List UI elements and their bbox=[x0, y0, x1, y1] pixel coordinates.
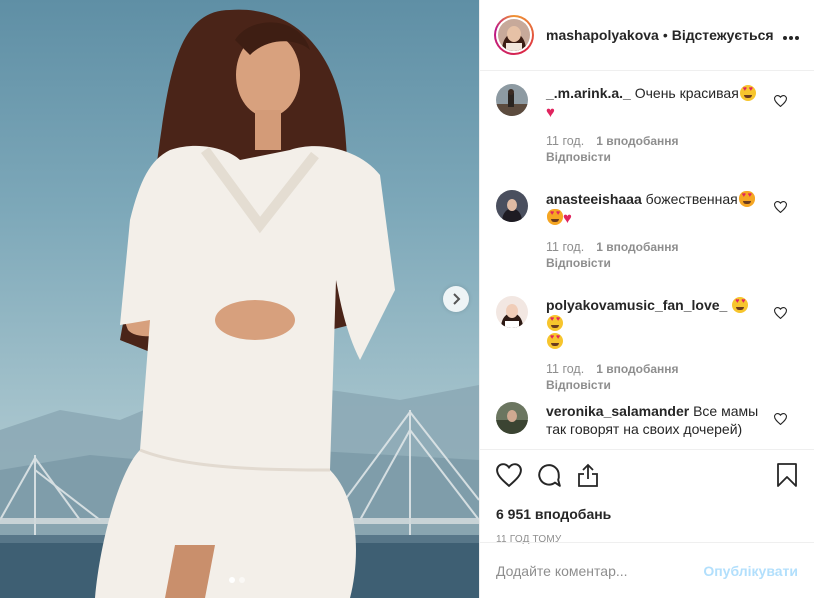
red-heart-emoji: ♥ bbox=[546, 104, 555, 121]
heart-eyes-emoji bbox=[739, 85, 756, 101]
comment-time[interactable]: 11 год. bbox=[546, 134, 584, 148]
carousel-dot-active bbox=[229, 577, 235, 583]
header-separator: • bbox=[662, 27, 668, 43]
comment-meta: 11 год. 1 вподобання bbox=[546, 240, 760, 254]
commenter-avatar[interactable] bbox=[496, 190, 528, 222]
share-button[interactable] bbox=[576, 462, 600, 493]
reply-button[interactable]: Відповісти bbox=[546, 256, 760, 270]
heart-eyes-emoji bbox=[547, 333, 563, 349]
post-actions: 6 951 вподобань 11 ГОД ТОМУ bbox=[480, 449, 814, 545]
comment-username[interactable]: _.m.arink.a._ bbox=[546, 85, 631, 101]
commenter-avatar[interactable] bbox=[496, 84, 528, 116]
comment-text: anasteeishaaa божественная ♥ bbox=[546, 190, 760, 228]
author-avatar[interactable] bbox=[494, 15, 534, 55]
comment-username[interactable]: anasteeishaaa bbox=[546, 191, 642, 207]
comment-like-button[interactable] bbox=[773, 94, 788, 112]
heart-outline-icon bbox=[773, 95, 788, 108]
action-buttons bbox=[496, 462, 798, 492]
heart-eyes-cat-emoji bbox=[547, 209, 563, 225]
following-button[interactable]: Відстежується bbox=[672, 27, 774, 43]
comment-message: божественная bbox=[645, 191, 738, 207]
comment-username[interactable]: veronika_salamander bbox=[546, 403, 689, 419]
post-header: mashapolyakova • Відстежується bbox=[480, 0, 814, 71]
post-side-panel: mashapolyakova • Відстежується _.m.arink… bbox=[479, 0, 814, 598]
comment-likes[interactable]: 1 вподобання bbox=[596, 362, 678, 376]
post-photo[interactable] bbox=[0, 0, 479, 598]
heart-eyes-emoji bbox=[547, 315, 563, 331]
like-button[interactable] bbox=[496, 462, 522, 492]
commenter-avatar-image bbox=[496, 402, 528, 434]
comment-like-button[interactable] bbox=[773, 306, 788, 324]
comment-username[interactable]: polyakovamusic_fan_love_ bbox=[546, 297, 727, 313]
chevron-right-icon bbox=[453, 293, 461, 305]
commenter-avatar-image bbox=[496, 296, 528, 328]
heart-outline-icon bbox=[773, 413, 788, 426]
comment-likes[interactable]: 1 вподобання bbox=[596, 134, 678, 148]
heart-outline-icon bbox=[496, 462, 522, 487]
publish-button[interactable]: Опублікувати bbox=[703, 563, 798, 579]
heart-eyes-emoji bbox=[732, 297, 749, 313]
share-icon bbox=[578, 463, 598, 487]
author-username[interactable]: mashapolyakova bbox=[546, 27, 659, 43]
bookmark-icon bbox=[777, 462, 797, 487]
commenter-avatar[interactable] bbox=[496, 296, 528, 328]
comment-item: anasteeishaaa божественная ♥ 11 год. 1 в… bbox=[480, 178, 814, 284]
comment-message: Очень красивая bbox=[634, 85, 739, 101]
carousel-dot bbox=[239, 577, 245, 583]
red-heart-emoji: ♥ bbox=[563, 210, 572, 227]
comment-input[interactable] bbox=[496, 562, 704, 579]
comment-item: veronika_salamander Все мамы так говорят… bbox=[480, 390, 814, 438]
likes-count[interactable]: 6 951 вподобань bbox=[496, 506, 798, 522]
carousel-indicator bbox=[229, 577, 245, 583]
comments-list[interactable]: _.m.arink.a._ Очень красивая ♥ 11 год. 1… bbox=[480, 72, 814, 449]
comment-text: _.m.arink.a._ Очень красивая ♥ bbox=[546, 84, 760, 122]
comment-likes[interactable]: 1 вподобання bbox=[596, 240, 678, 254]
comment-time[interactable]: 11 год. bbox=[546, 240, 584, 254]
comment-text: veronika_salamander Все мамы так говорят… bbox=[546, 402, 760, 438]
heart-outline-icon bbox=[773, 201, 788, 214]
author-avatar-image bbox=[498, 19, 530, 51]
heart-outline-icon bbox=[773, 307, 788, 320]
comment-meta: 11 год. 1 вподобання bbox=[546, 134, 760, 148]
comment-meta: 11 год. 1 вподобання bbox=[546, 362, 760, 376]
photo-scene bbox=[0, 9, 479, 598]
carousel-next-button[interactable] bbox=[443, 286, 469, 312]
commenter-avatar-image bbox=[496, 84, 528, 116]
comment-text: polyakovamusic_fan_love_ bbox=[546, 296, 760, 350]
more-horizontal-icon bbox=[783, 35, 799, 40]
comment-composer: Опублікувати bbox=[480, 542, 814, 598]
commenter-avatar-image bbox=[496, 190, 528, 222]
more-options-button[interactable] bbox=[782, 25, 800, 46]
comment-button[interactable] bbox=[536, 462, 562, 493]
comment-like-button[interactable] bbox=[773, 412, 788, 430]
comment-icon bbox=[538, 463, 561, 487]
heart-eyes-cat-emoji bbox=[738, 191, 755, 207]
comment-like-button[interactable] bbox=[773, 200, 788, 218]
reply-button[interactable]: Відповісти bbox=[546, 150, 760, 164]
commenter-avatar[interactable] bbox=[496, 402, 528, 434]
comment-time[interactable]: 11 год. bbox=[546, 362, 584, 376]
save-button[interactable] bbox=[776, 462, 798, 493]
comment-item: _.m.arink.a._ Очень красивая ♥ 11 год. 1… bbox=[480, 72, 814, 178]
comment-item: polyakovamusic_fan_love_ 11 год. 1 вподо… bbox=[480, 284, 814, 392]
